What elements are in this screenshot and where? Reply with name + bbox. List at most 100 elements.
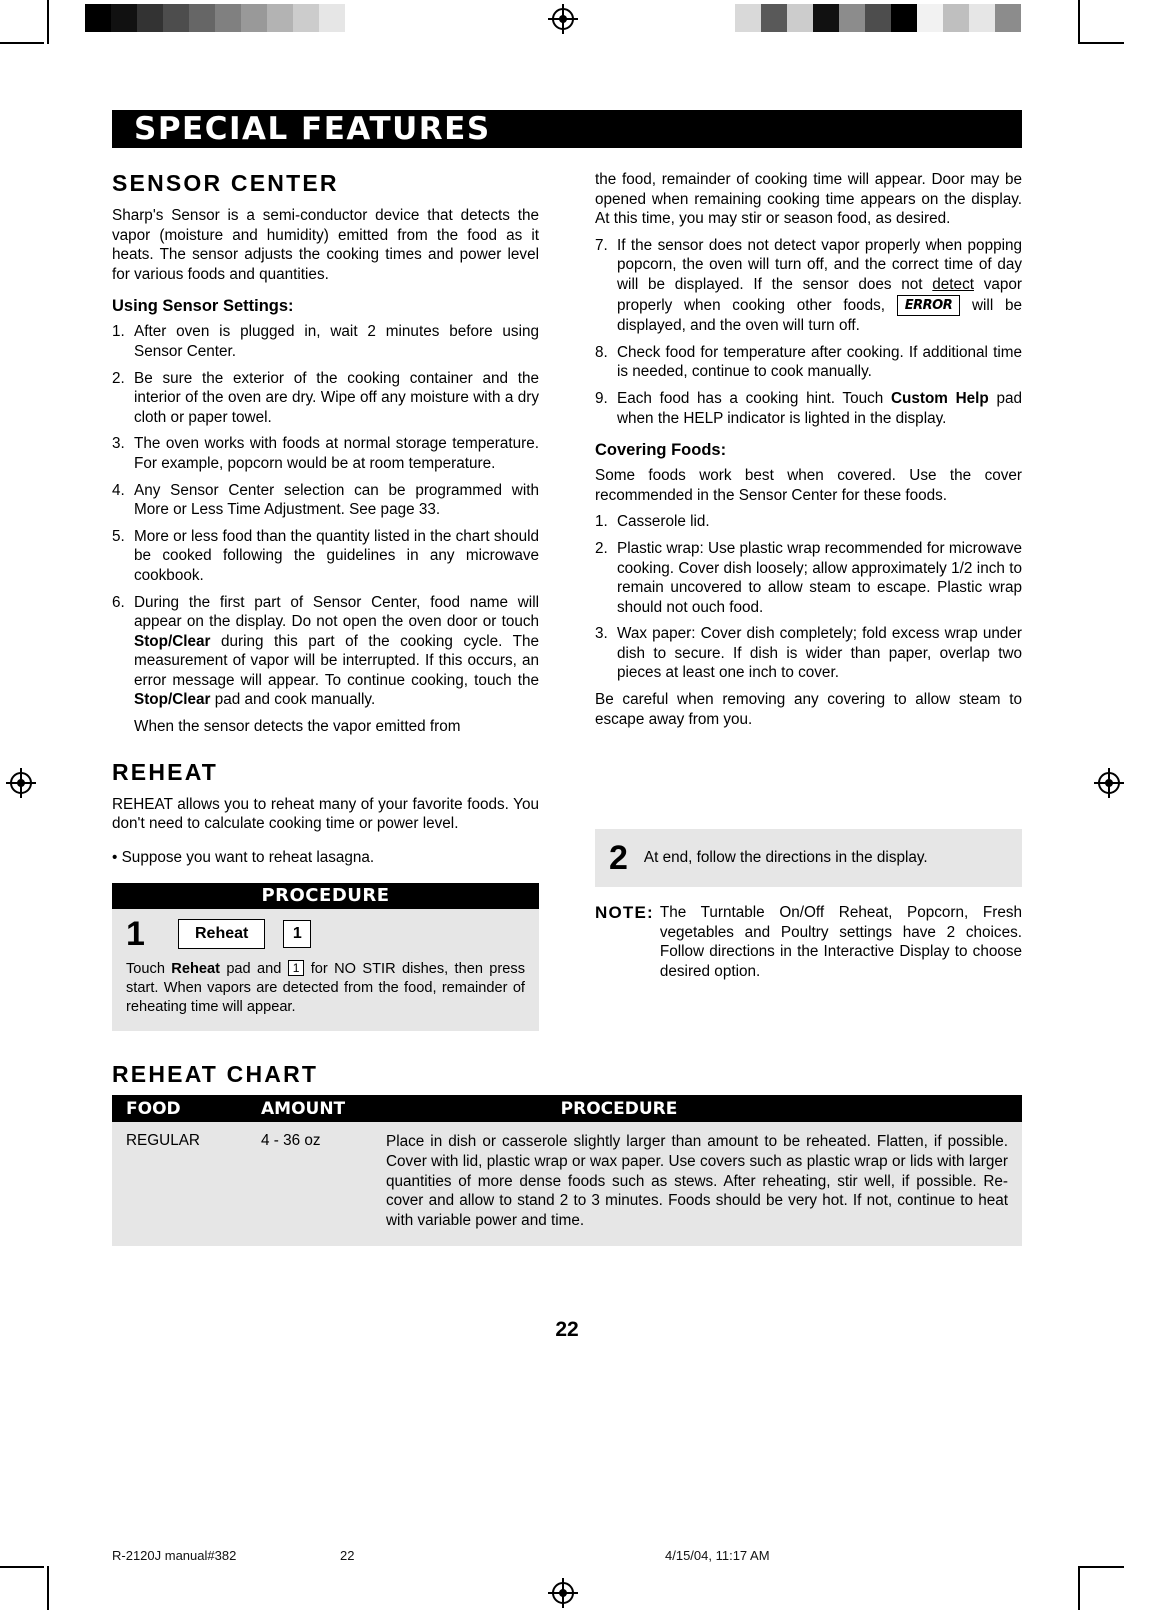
list-item-number: 4. [112,481,125,499]
list-item: 1. After oven is plugged in, wait 2 minu… [112,322,539,361]
covering-foods-heading: Covering Foods: [595,441,727,460]
footer-timestamp: 4/15/04, 11:17 AM [665,1548,770,1563]
sensor-settings-list-continued: 7. If the sensor does not detect vapor p… [595,236,1022,428]
sensor-center-intro: Sharp's Sensor is a semi-conductor devic… [112,207,539,283]
crop-mark-bottom-left-v [47,1566,49,1610]
registration-target-top [548,4,578,34]
chart-cell-amount: 4 - 36 oz [261,1132,321,1150]
note-text: The Turntable On/Off Reheat, Popcorn, Fr… [659,904,1022,981]
registration-target-left [6,768,36,798]
list-item: 5. More or less food than the quantity l… [112,527,539,586]
note-label: NOTE: [595,903,654,923]
step-2-box: 2 At end, follow the directions in the d… [595,829,1022,888]
list-item-text: If the sensor does not detect vapor prop… [617,236,1022,336]
list-item: 1. Casserole lid. [595,512,1022,532]
crop-mark-bottom-right-h [1080,1566,1124,1568]
table-row: REGULAR 4 - 36 oz Place in dish or casse… [112,1122,1022,1247]
list-item-number: 7. [595,236,608,254]
procedure-instruction-text: Touch Reheat pad and 1 for NO STIR dishe… [126,960,525,1017]
list-item-number: 5. [112,527,125,545]
item6-part1: During the first part of Sensor Center, … [134,593,539,631]
item6-part3: pad and cook manually. [210,691,376,709]
proc-text-part1: Touch [126,961,172,978]
page-number: 22 [555,1318,579,1342]
reheat-pad-button[interactable]: Reheat [178,919,266,950]
sensor-center-heading: SENSOR CENTER [112,170,339,196]
item7-underline: detect [932,275,974,293]
crop-mark-bottom-left-h [0,1566,44,1568]
list-item-text: The oven works with foods at normal stor… [134,435,539,472]
list-item: 2. Be sure the exterior of the cooking c… [112,369,539,428]
color-bar-right [735,4,1021,32]
chart-cell-procedure: Place in dish or casserole slightly larg… [386,1133,1008,1229]
covering-foods-closing: Be careful when removing any covering to… [595,691,1022,728]
list-item-6: 6. During the first part of Sensor Cente… [112,593,539,711]
crop-mark-top-right-h [1080,42,1124,44]
item6-trailing-text: When the sensor detects the vapor emitte… [134,718,461,736]
list-item-number: 8. [595,343,608,361]
list-item: 3. The oven works with foods at normal s… [112,434,539,473]
list-item-text: Wax paper: Cover dish completely; fold e… [617,625,1022,682]
covering-foods-intro: Some foods work best when covered. Use t… [595,467,1022,504]
crop-mark-top-right-v [1078,0,1080,44]
number-pad-1-button[interactable]: 1 [283,920,312,949]
procedure-header: PROCEDURE [112,883,539,910]
item9-part1: Each food has a cooking hint. Touch [617,389,891,407]
left-column: SENSOR CENTER Sharp's Sensor is a semi-c… [112,170,539,1032]
chart-column-amount: AMOUNT [261,1098,346,1119]
proc-text-bold: Reheat [171,961,220,978]
list-item-text: During the first part of Sensor Center, … [134,593,539,711]
reheat-intro: REHEAT allows you to reheat many of your… [112,795,539,833]
continued-paragraph: the food, remainder of cooking time will… [595,171,1022,228]
list-item: 3. Wax paper: Cover dish completely; fol… [595,624,1022,683]
list-item-text: Plastic wrap: Use plastic wrap recommend… [617,539,1022,616]
crop-mark-bottom-right-v [1078,1566,1080,1610]
footer-filename: R-2120J manual#382 [112,1548,237,1563]
chart-cell-food: REGULAR [126,1132,200,1150]
right-column: the food, remainder of cooking time will… [595,170,1022,1031]
note-block: NOTE: The Turntable On/Off Reheat, Popco… [595,903,1022,981]
list-item-text: Each food has a cooking hint. Touch Cust… [617,389,1022,428]
procedure-step-number: 1 [126,915,145,954]
list-item: 4. Any Sensor Center selection can be pr… [112,481,539,520]
error-display-box: ERROR [896,294,961,317]
crop-mark-top-left-h [0,42,44,44]
procedure-box: PROCEDURE 1 Reheat 1 Touch Reheat pad an… [112,883,539,1032]
proc-text-part2: pad and [219,961,288,978]
crop-mark-top-left-v [47,0,49,44]
chart-column-food: FOOD [126,1098,181,1119]
stop-clear-bold-1: Stop/Clear [134,632,211,650]
list-item-text: Casserole lid. [617,513,710,531]
page-content: SPECIAL FEATURES SENSOR CENTER Sharp's S… [112,110,1022,1342]
inline-key-1: 1 [287,960,305,977]
covering-foods-list: 1. Casserole lid. 2. Plastic wrap: Use p… [595,512,1022,683]
using-sensor-settings-list: 1. After oven is plugged in, wait 2 minu… [112,322,539,736]
list-item-number: 3. [595,625,608,643]
reheat-chart-title: REHEAT CHART [112,1061,319,1088]
color-bar-left [85,4,371,32]
chart-column-procedure: PROCEDURE [560,1098,678,1119]
list-item-number: 9. [595,389,608,407]
footer-page: 22 [340,1548,355,1563]
list-item-number: 2. [595,539,608,557]
list-item-text: More or less food than the quantity list… [134,527,539,584]
reheat-heading: REHEAT [112,758,219,785]
list-item-7: 7. If the sensor does not detect vapor p… [595,236,1022,336]
list-item-9: 9. Each food has a cooking hint. Touch C… [595,389,1022,428]
page-banner: SPECIAL FEATURES [112,110,1022,148]
step-2-number: 2 [609,839,628,878]
list-item-8: 8. Check food for temperature after cook… [595,343,1022,382]
two-column-layout: SENSOR CENTER Sharp's Sensor is a semi-c… [112,170,1022,1032]
list-item-number: 3. [112,435,125,453]
list-item-6-continued: When the sensor detects the vapor emitte… [112,717,539,737]
registration-target-right [1094,768,1124,798]
list-item: 2. Plastic wrap: Use plastic wrap recomm… [595,539,1022,617]
custom-help-bold: Custom Help [890,389,989,407]
list-item-text: Check food for temperature after cooking… [617,343,1022,381]
procedure-step-row: 1 Reheat 1 [126,917,525,951]
list-item-number: 6. [112,593,125,611]
list-item-number: 2. [112,369,125,387]
using-sensor-settings-heading: Using Sensor Settings: [112,297,294,316]
list-item-text: After oven is plugged in, wait 2 minutes… [134,323,539,360]
